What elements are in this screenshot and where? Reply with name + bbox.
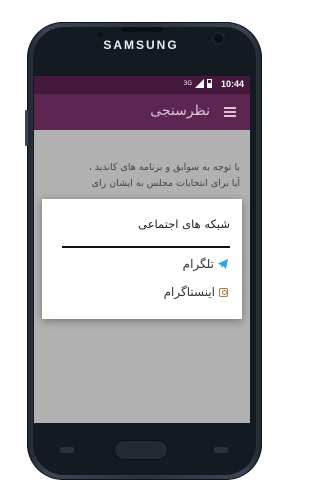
dialog-title: شبکه های اجتماعی	[138, 217, 230, 231]
status-time: 10:44	[220, 79, 244, 89]
option-label: اینستاگرام	[163, 285, 215, 299]
option-telegram[interactable]: تلگرام	[183, 257, 228, 271]
hamburger-menu-icon[interactable]	[224, 107, 236, 117]
status-icons: 3G	[184, 79, 212, 88]
dialog-divider	[62, 246, 230, 248]
brand-logo: SAMSUNG	[103, 38, 179, 52]
network-type: 3G	[183, 80, 192, 87]
earpiece	[121, 27, 163, 32]
instagram-icon	[219, 287, 228, 297]
back-key[interactable]	[214, 447, 228, 453]
option-label: تلگرام	[182, 257, 214, 271]
volume-button	[25, 110, 28, 146]
status-bar: 3G 10:44	[34, 76, 250, 94]
recent-apps-key[interactable]	[60, 447, 74, 453]
home-button[interactable]	[115, 441, 167, 459]
battery-icon	[207, 79, 212, 88]
option-instagram[interactable]: اینستاگرام	[164, 285, 228, 299]
app-bar: نظرسنجی	[34, 94, 250, 130]
sensor	[98, 32, 103, 37]
telegram-icon	[218, 259, 228, 269]
social-networks-dialog: شبکه های اجتماعی تلگرام اینستاگرام	[42, 199, 242, 319]
phone-screen: 3G 10:44 نظرسنجی با توجه به سوابق و برنا…	[34, 76, 250, 423]
app-title: نظرسنجی	[150, 103, 210, 119]
signal-icon	[195, 79, 204, 88]
